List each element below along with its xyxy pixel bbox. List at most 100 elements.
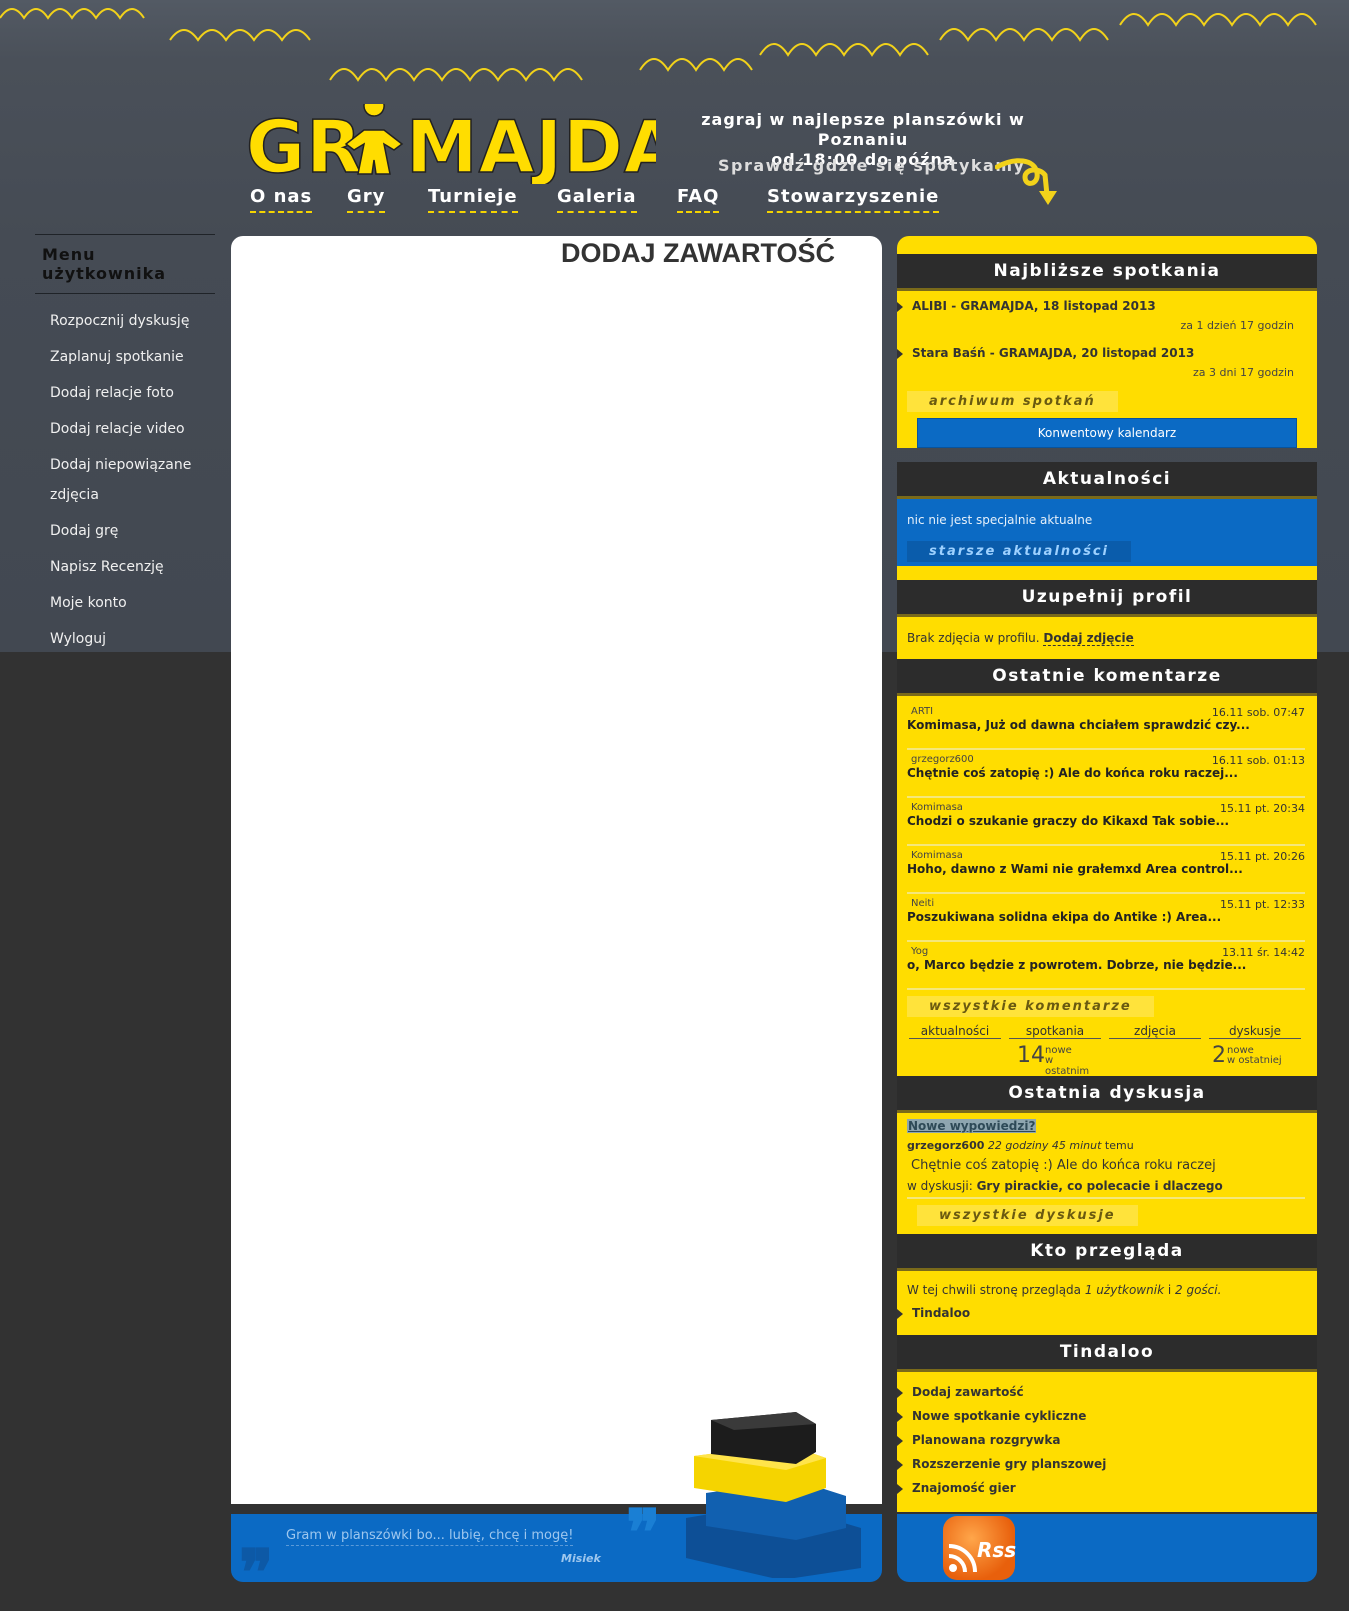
comment-item[interactable]: Komimasa 15.11 pt. 20:26 Hoho, dawno z W… bbox=[907, 846, 1305, 894]
stat-discussions-note: w ostatniej bbox=[1227, 1055, 1282, 1066]
quote-close-icon: ❞ bbox=[626, 1496, 661, 1571]
comment-item[interactable]: Yog 13.11 śr. 14:42 o, Marco będzie z po… bbox=[907, 942, 1305, 990]
main-content: DODAJ ZAWARTOŚĆ bbox=[231, 236, 882, 1504]
menu-logout[interactable]: Wyloguj bbox=[35, 624, 215, 654]
tagline-line-1: zagraj w najlepsze planszówki w Poznaniu bbox=[701, 110, 1025, 149]
link-add-content[interactable]: Dodaj zawartość bbox=[897, 1380, 1305, 1404]
who-online-header: Kto przegląda bbox=[897, 1234, 1317, 1271]
nav-stowarzyszenie[interactable]: Stowarzyszenie bbox=[767, 186, 940, 213]
discussion-in-label: w dyskusji: bbox=[907, 1179, 973, 1193]
comment-item[interactable]: ARTI 16.11 sob. 07:47 Komimasa, Już od d… bbox=[907, 702, 1305, 750]
last-discussion-block: Nowe wypowiedzi? grzegorz600 22 godziny … bbox=[897, 1113, 1317, 1234]
older-news-link[interactable]: starsze aktualności bbox=[907, 541, 1131, 562]
link-board-game-expansion[interactable]: Rozszerzenie gry planszowej bbox=[897, 1452, 1305, 1476]
stat-discussions-count: 2 bbox=[1212, 1043, 1226, 1068]
online-user-link[interactable]: Tindaloo bbox=[897, 1301, 1307, 1325]
nav-gry[interactable]: Gry bbox=[347, 186, 386, 213]
add-photo-link[interactable]: Dodaj zdjęcie bbox=[1043, 631, 1134, 646]
stat-photos-label[interactable]: zdjęcia bbox=[1109, 1024, 1201, 1039]
quote-text: Gram w planszówki bo... lubię, chcę i mo… bbox=[286, 1528, 574, 1546]
new-replies-badge[interactable]: Nowe wypowiedzi? bbox=[907, 1119, 1037, 1133]
comment-date: 15.11 pt. 20:34 bbox=[1220, 802, 1305, 815]
profile-text: Brak zdjęcia w profilu. bbox=[907, 631, 1040, 645]
user-menu: Menu użytkownika Rozpocznij dyskusję Zap… bbox=[35, 234, 215, 660]
profile-header: Uzupełnij profil bbox=[897, 580, 1317, 617]
where-we-meet-link[interactable]: Sprawdź gdzie się spotykamy bbox=[718, 156, 1025, 175]
comment-text[interactable]: Poszukiwana solidna ekipa do Antike :) A… bbox=[907, 910, 1305, 924]
discussion-author[interactable]: grzegorz600 bbox=[907, 1139, 984, 1152]
comment-date: 15.11 pt. 12:33 bbox=[1220, 898, 1305, 911]
link-new-recurring-meeting[interactable]: Nowe spotkanie cykliczne bbox=[897, 1404, 1305, 1428]
comment-date: 16.11 sob. 07:47 bbox=[1211, 706, 1305, 719]
meetings-block: ALIBI - GRAMAJDA, 18 listopad 2013 za 1 … bbox=[897, 291, 1317, 448]
stat-discussions-label[interactable]: dyskusje bbox=[1209, 1024, 1301, 1039]
discussion-time-suffix: temu bbox=[1104, 1139, 1134, 1152]
event-name[interactable]: Stara Baśń - GRAMAJDA, 20 listopad 2013 bbox=[912, 346, 1302, 360]
who-online-guests: 2 gości. bbox=[1175, 1283, 1222, 1297]
site-logo[interactable]: GR MAJDA bbox=[246, 104, 656, 184]
stacked-pawns-illustration bbox=[686, 1412, 861, 1578]
comment-text[interactable]: Chętnie coś zatopię :) Ale do końca roku… bbox=[907, 766, 1305, 780]
discussion-time: 22 godziny 45 minut bbox=[987, 1139, 1102, 1152]
menu-add-unrelated-photos[interactable]: Dodaj niepowiązane zdjęcia bbox=[35, 450, 215, 510]
rss-button[interactable]: Rss bbox=[943, 1516, 1017, 1580]
user-links-header: Tindaloo bbox=[897, 1335, 1317, 1372]
rss-label: Rss bbox=[977, 1538, 1017, 1562]
menu-add-video-report[interactable]: Dodaj relacje video bbox=[35, 414, 215, 444]
event-when: za 1 dzień 17 godzin bbox=[1180, 319, 1294, 332]
who-online-users: 1 użytkownik bbox=[1084, 1283, 1165, 1297]
comment-item[interactable]: Komimasa 15.11 pt. 20:34 Chodzi o szukan… bbox=[907, 798, 1305, 846]
news-header: Aktualności bbox=[897, 462, 1317, 499]
nav-faq[interactable]: FAQ bbox=[677, 186, 720, 213]
nav-galeria[interactable]: Galeria bbox=[557, 186, 637, 213]
svg-text:GR: GR bbox=[246, 105, 363, 184]
user-menu-title: Menu użytkownika bbox=[35, 234, 215, 294]
stat-news-label[interactable]: aktualności bbox=[909, 1024, 1001, 1039]
right-sidebar: Najbliższe spotkania ALIBI - GRAMAJDA, 1… bbox=[897, 236, 1317, 1512]
comments-block: ARTI 16.11 sob. 07:47 Komimasa, Już od d… bbox=[897, 696, 1317, 1077]
link-game-knowledge[interactable]: Znajomość gier bbox=[897, 1476, 1305, 1500]
comment-stats: wszystkie komentarze aktualności spotkan… bbox=[907, 990, 1305, 1077]
comment-date: 16.11 sob. 01:13 bbox=[1211, 754, 1305, 767]
comments-header: Ostatnie komentarze bbox=[897, 659, 1317, 696]
event-when: za 3 dni 17 godzin bbox=[1192, 366, 1294, 379]
news-text: nic nie jest specjalnie aktualne bbox=[907, 513, 1093, 527]
menu-add-photo-report[interactable]: Dodaj relacje foto bbox=[35, 378, 215, 408]
comment-text[interactable]: Chodzi o szukanie graczy do Kikaxd Tak s… bbox=[907, 814, 1305, 828]
menu-plan-meeting[interactable]: Zaplanuj spotkanie bbox=[35, 342, 215, 372]
comment-date: 13.11 śr. 14:42 bbox=[1222, 946, 1305, 959]
who-online-text: W tej chwili stronę przegląda bbox=[907, 1283, 1082, 1297]
menu-add-game[interactable]: Dodaj grę bbox=[35, 516, 215, 546]
discussion-excerpt[interactable]: Chętnie coś zatopię :) Ale do końca roku… bbox=[907, 1158, 1305, 1173]
rss-icon bbox=[948, 1544, 977, 1573]
meetings-archive-link[interactable]: archiwum spotkań bbox=[907, 391, 1118, 412]
all-comments-link[interactable]: wszystkie komentarze bbox=[907, 996, 1154, 1017]
nav-o-nas[interactable]: O nas bbox=[250, 186, 313, 213]
event-name[interactable]: ALIBI - GRAMAJDA, 18 listopad 2013 bbox=[912, 299, 1302, 313]
menu-write-review[interactable]: Napisz Recenzję bbox=[35, 552, 215, 582]
sidebar-footer: Rss bbox=[897, 1514, 1317, 1582]
sidebar-top bbox=[897, 236, 1317, 254]
nav-turnieje[interactable]: Turnieje bbox=[428, 186, 518, 213]
menu-my-account[interactable]: Moje konto bbox=[35, 588, 215, 618]
event-item[interactable]: Stara Baśń - GRAMAJDA, 20 listopad 2013 … bbox=[897, 338, 1317, 385]
comment-text[interactable]: Komimasa, Już od dawna chciałem sprawdzi… bbox=[907, 718, 1305, 732]
link-planned-game[interactable]: Planowana rozgrywka bbox=[897, 1428, 1305, 1452]
all-discussions-link[interactable]: wszystkie dyskusje bbox=[917, 1205, 1138, 1226]
user-links-block: Dodaj zawartość Nowe spotkanie cykliczne… bbox=[897, 1372, 1317, 1512]
discussion-topic-link[interactable]: Gry pirackie, co polecacie i dlaczego bbox=[977, 1179, 1223, 1193]
stat-meetings-count: 14 bbox=[1017, 1043, 1045, 1068]
comment-item[interactable]: grzegorz600 16.11 sob. 01:13 Chętnie coś… bbox=[907, 750, 1305, 798]
comment-text[interactable]: Hoho, dawno z Wami nie grałemxd Area con… bbox=[907, 862, 1305, 876]
stat-meetings-note: w bbox=[1045, 1055, 1054, 1066]
menu-start-discussion[interactable]: Rozpocznij dyskusję bbox=[35, 306, 215, 336]
stat-meetings-label[interactable]: spotkania bbox=[1009, 1024, 1101, 1039]
page-title: DODAJ ZAWARTOŚĆ bbox=[561, 238, 836, 268]
convention-calendar-button[interactable]: Konwentowy kalendarz bbox=[917, 418, 1297, 448]
comment-date: 15.11 pt. 20:26 bbox=[1220, 850, 1305, 863]
comment-text[interactable]: o, Marco będzie z powrotem. Dobrze, nie … bbox=[907, 958, 1305, 972]
who-online-block: W tej chwili stronę przegląda 1 użytkown… bbox=[897, 1271, 1317, 1335]
meetings-header: Najbliższe spotkania bbox=[897, 254, 1317, 291]
event-item[interactable]: ALIBI - GRAMAJDA, 18 listopad 2013 za 1 … bbox=[897, 291, 1317, 338]
comment-item[interactable]: Neiti 15.11 pt. 12:33 Poszukiwana solidn… bbox=[907, 894, 1305, 942]
